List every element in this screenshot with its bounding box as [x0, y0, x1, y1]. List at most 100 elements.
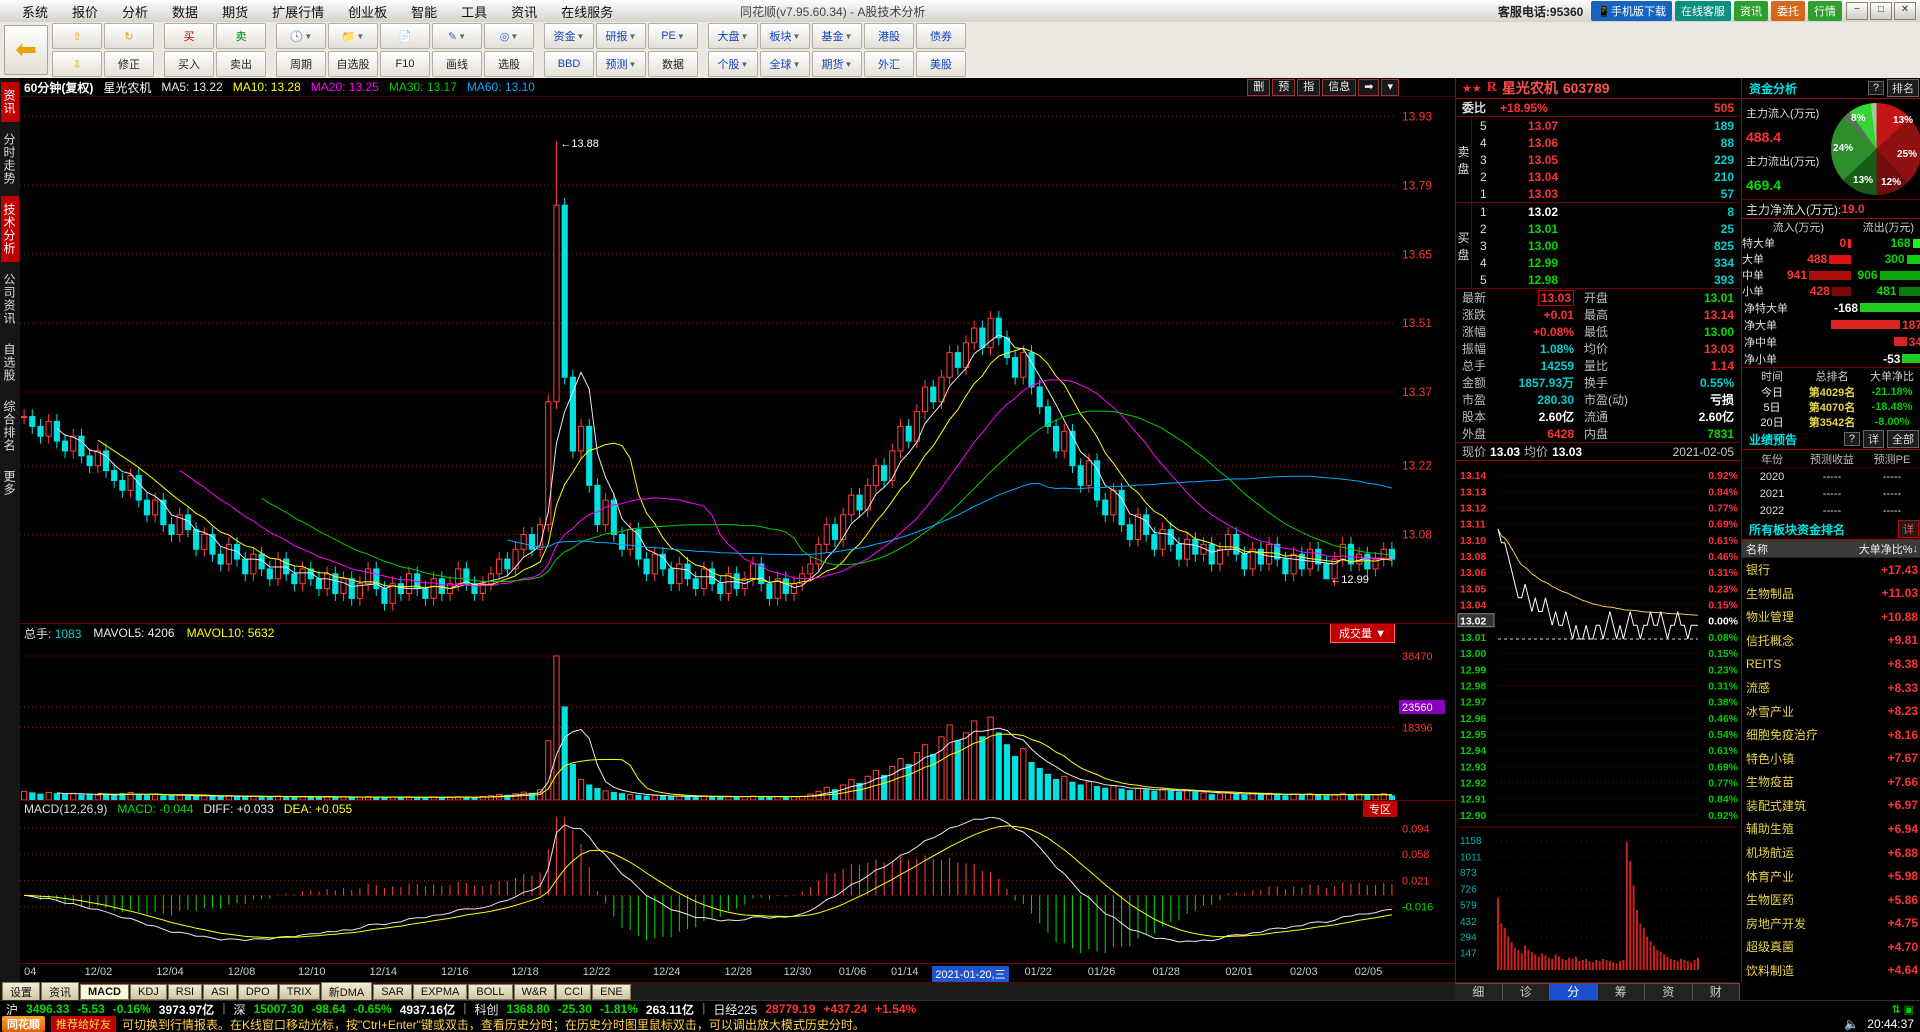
toolbar-button-买[interactable]: 买 — [164, 23, 214, 49]
toolbar-button-预测[interactable]: 预测 ▼ — [596, 51, 646, 77]
tab-MACD[interactable]: MACD — [80, 984, 129, 1000]
kline-button-信息[interactable]: 信息 — [1322, 78, 1357, 96]
toolbar-button-大盘[interactable]: 大盘 ▼ — [708, 23, 758, 49]
sidebar-item-更多[interactable]: 更多 — [1, 463, 19, 503]
tab-BOLL[interactable]: BOLL — [468, 984, 513, 1000]
tab-EXPMA[interactable]: EXPMA — [412, 984, 468, 1000]
sell-row-2[interactable]: 2 13.04 210 — [1472, 168, 1740, 185]
perf-detail-button[interactable]: 详 — [1863, 430, 1884, 448]
toolbar-button-◎[interactable]: ◎ ▼ — [484, 23, 534, 49]
toolbar-button-选股[interactable]: 选股 — [484, 51, 534, 77]
toolbar-button-个股[interactable]: 个股 ▼ — [708, 51, 758, 77]
sector-row-装配式建筑[interactable]: 装配式建筑 +6.97 — [1742, 794, 1920, 818]
menu-扩展行情[interactable]: 扩展行情 — [260, 0, 336, 23]
tab-TRIX[interactable]: TRIX — [278, 984, 320, 1000]
sidebar-item-综合排名[interactable]: 综合排名 — [1, 393, 19, 459]
sector-row-信托概念[interactable]: 信托概念 +9.81 — [1742, 629, 1920, 653]
sector-row-冰雪产业[interactable]: 冰雪产业 +8.23 — [1742, 699, 1920, 723]
sidebar-item-公司资讯[interactable]: 公司资讯 — [1, 266, 19, 332]
kline-button-删[interactable]: 删 — [1247, 78, 1271, 96]
chip-行情[interactable]: 行情 — [1808, 1, 1842, 21]
toolbar-button-数据[interactable]: 数据 — [648, 51, 698, 77]
sidebar-item-技术分析[interactable]: 技术分析 — [1, 196, 19, 262]
toolbar-button-全球[interactable]: 全球 ▼ — [760, 51, 810, 77]
sector-row-流感[interactable]: 流感 +8.33 — [1742, 676, 1920, 700]
right-tab-资[interactable]: 资 — [1645, 983, 1693, 1001]
buy-row-4[interactable]: 4 12.99 334 — [1472, 254, 1740, 271]
close-button[interactable]: ✕ — [1894, 2, 1916, 20]
sector-row-生物疫苗[interactable]: 生物疫苗 +7.66 — [1742, 770, 1920, 794]
fund-help-button[interactable]: ? — [1867, 81, 1884, 95]
kline-button-指[interactable]: 指 — [1297, 78, 1321, 96]
toolbar-button-PE[interactable]: PE ▼ — [648, 23, 698, 49]
perf-all-button[interactable]: 全部 — [1887, 430, 1919, 448]
menu-报价[interactable]: 报价 — [60, 0, 110, 23]
toolbar-button-卖[interactable]: 卖 — [216, 23, 266, 49]
toolbar-button-↻[interactable]: ↻ — [104, 23, 154, 49]
sector-row-机场航运[interactable]: 机场航运 +6.88 — [1742, 841, 1920, 865]
macd-chart[interactable]: 0.094 0.058 0.021 -0.016 — [20, 800, 1455, 964]
tab-CCI[interactable]: CCI — [556, 984, 592, 1000]
toolbar-button-卖出[interactable]: 卖出 — [216, 51, 266, 77]
zone-button[interactable]: 专区 — [1363, 801, 1397, 817]
chip-资讯[interactable]: 资讯 — [1734, 1, 1768, 21]
chip-在线客服[interactable]: 在线客服 — [1675, 1, 1731, 21]
volume-selector[interactable]: 成交量 ▼ — [1330, 623, 1395, 643]
menu-在线服务[interactable]: 在线服务 — [549, 0, 625, 23]
chip-委托[interactable]: 委托 — [1771, 1, 1805, 21]
tab-ENE[interactable]: ENE — [592, 984, 631, 1000]
tab-SAR[interactable]: SAR — [373, 984, 412, 1000]
sell-row-4[interactable]: 4 13.06 88 — [1472, 134, 1740, 151]
kline-button-预[interactable]: 预 — [1272, 78, 1296, 96]
sector-row-REITS[interactable]: REITS +8.38 — [1742, 652, 1920, 676]
toolbar-button-期货[interactable]: 期货 ▼ — [812, 51, 862, 77]
sidebar-item-分时走势[interactable]: 分时走势 — [1, 126, 19, 192]
menu-智能[interactable]: 智能 — [399, 0, 449, 23]
kline-button-▾[interactable]: ▾ — [1381, 78, 1399, 96]
toolbar-button-⇧[interactable]: ⇧ — [52, 23, 102, 49]
right-tab-诊[interactable]: 诊 — [1502, 983, 1550, 1001]
toolbar-button-🕓[interactable]: 🕓 ▼ — [276, 23, 326, 49]
maximize-button[interactable]: □ — [1870, 2, 1892, 20]
right-tab-筹[interactable]: 筹 — [1597, 983, 1645, 1001]
tab-ASI[interactable]: ASI — [203, 984, 237, 1000]
period-label[interactable]: 60分钟(复权) — [24, 79, 93, 96]
sector-detail-button[interactable]: 详 — [1898, 520, 1919, 538]
toolbar-button-港股[interactable]: 港股 — [864, 23, 914, 49]
sell-row-5[interactable]: 5 13.07 189 — [1472, 117, 1740, 134]
right-tab-财[interactable]: 财 — [1692, 983, 1740, 1001]
toolbar-button-周期[interactable]: 周期 — [276, 51, 326, 77]
buy-row-1[interactable]: 1 13.02 8 — [1472, 203, 1740, 220]
toolbar-button-板块[interactable]: 板块 ▼ — [760, 23, 810, 49]
tab-资讯[interactable]: 资讯 — [41, 982, 79, 1002]
tab-DPO[interactable]: DPO — [237, 984, 278, 1000]
sector-row-辅助生殖[interactable]: 辅助生殖 +6.94 — [1742, 817, 1920, 841]
intraday-chart[interactable]: 13.14 0.92% 13.13 0.84% 13.12 0.77% 13.11 0.69%… — [1456, 461, 1740, 983]
chip-手机版下载[interactable]: 📱手机版下载 — [1591, 1, 1672, 21]
toolbar-button-✎[interactable]: ✎ ▼ — [432, 23, 482, 49]
toolbar-button-⇩[interactable]: ⇩ — [52, 51, 102, 77]
toolbar-button-资金[interactable]: 资金 ▼ — [544, 23, 594, 49]
tab-W&R[interactable]: W&R — [513, 984, 556, 1000]
toolbar-button-📄[interactable]: 📄 — [380, 23, 430, 49]
tab-RSI[interactable]: RSI — [167, 984, 203, 1000]
sector-row-饮料制造[interactable]: 饮料制造 +4.64 — [1742, 959, 1920, 982]
menu-工具[interactable]: 工具 — [449, 0, 499, 23]
sector-row-生物制品[interactable]: 生物制品 +11.03 — [1742, 582, 1920, 606]
sector-row-生物医药[interactable]: 生物医药 +5.86 — [1742, 888, 1920, 912]
recommend-button[interactable]: 推荐给好友 — [51, 1016, 116, 1032]
buy-row-3[interactable]: 3 13.00 825 — [1472, 237, 1740, 254]
minimize-button[interactable]: − — [1846, 2, 1868, 20]
sell-row-3[interactable]: 3 13.05 229 — [1472, 151, 1740, 168]
kline-chart[interactable]: 13.93 13.79 13.65 13.51 13.37 13.22 13.08 ←13.8… — [20, 96, 1455, 624]
menu-创业板[interactable]: 创业板 — [336, 0, 399, 23]
toolbar-button-买入[interactable]: 买入 — [164, 51, 214, 77]
sidebar-item-自选股[interactable]: 自选股 — [1, 336, 19, 389]
back-button[interactable]: ⬅ — [4, 25, 48, 75]
menu-资讯[interactable]: 资讯 — [499, 0, 549, 23]
toolbar-button-基金[interactable]: 基金 ▼ — [812, 23, 862, 49]
toolbar-button-债券[interactable]: 债券 — [916, 23, 966, 49]
sector-row-房地产开发[interactable]: 房地产开发 +4.75 — [1742, 911, 1920, 935]
perf-help-button[interactable]: ? — [1843, 432, 1860, 446]
kline-button-➡[interactable]: ➡ — [1358, 78, 1380, 96]
